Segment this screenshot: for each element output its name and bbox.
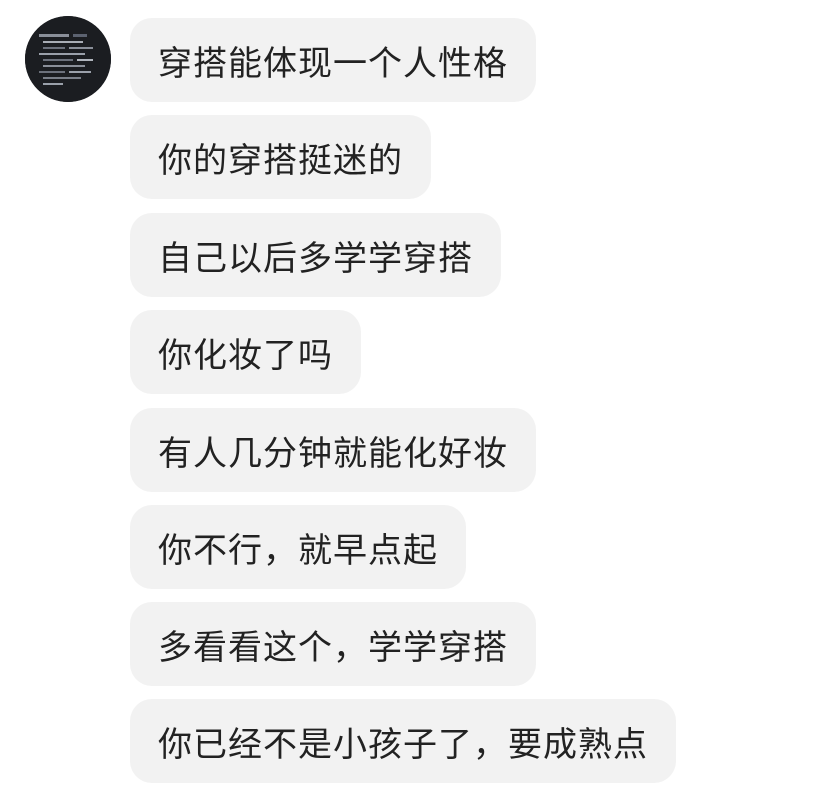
- message-bubble[interactable]: 有人几分钟就能化好妆: [130, 408, 536, 492]
- message-bubble[interactable]: 多看看这个，学学穿搭: [130, 602, 536, 686]
- message-text: 你化妆了吗: [158, 335, 333, 376]
- message-bubble[interactable]: 你不行，就早点起: [130, 505, 466, 589]
- message-bubble[interactable]: 你已经不是小孩子了，要成熟点: [130, 699, 676, 783]
- message-text: 有人几分钟就能化好妆: [158, 433, 508, 474]
- chat-screen: 穿搭能体现一个人性格 你的穿搭挺迷的 自己以后多学学穿搭 你化妆了吗 有人几分钟…: [0, 0, 828, 796]
- message-text: 自己以后多学学穿搭: [158, 238, 473, 279]
- message-text: 你不行，就早点起: [158, 530, 438, 571]
- message-bubble[interactable]: 穿搭能体现一个人性格: [130, 18, 536, 102]
- message-bubble[interactable]: 你的穿搭挺迷的: [130, 115, 431, 199]
- sender-avatar[interactable]: [25, 16, 111, 102]
- message-text: 多看看这个，学学穿搭: [158, 627, 508, 668]
- message-text: 你已经不是小孩子了，要成熟点: [158, 724, 648, 765]
- message-bubble[interactable]: 你化妆了吗: [130, 310, 361, 394]
- message-bubble[interactable]: 自己以后多学学穿搭: [130, 213, 501, 297]
- message-text: 你的穿搭挺迷的: [158, 140, 403, 181]
- message-text: 穿搭能体现一个人性格: [158, 43, 508, 84]
- code-screen-avatar-icon: [25, 16, 111, 102]
